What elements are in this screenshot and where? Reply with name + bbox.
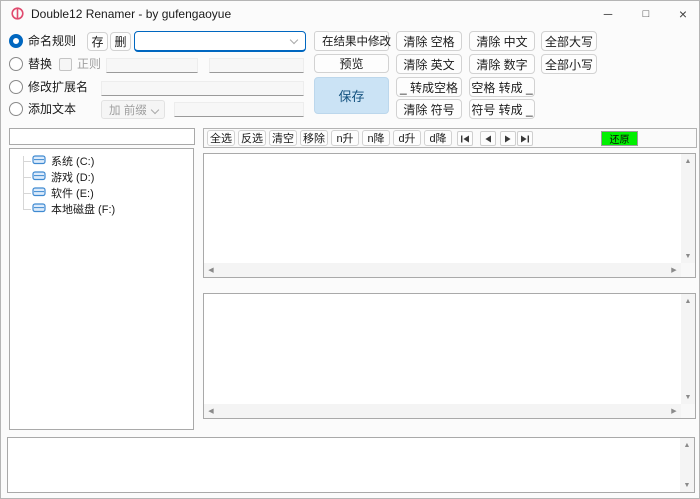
scrollbar-corner [681, 263, 695, 277]
delete-rule-button[interactable]: 删 [110, 32, 131, 51]
clear-digits-button[interactable]: 清除 数字 [469, 54, 535, 74]
replace-label: 替换 [28, 55, 52, 74]
tree-item-drive-e[interactable]: 软件 (E:) [10, 185, 193, 201]
radio-naming-rule[interactable] [9, 34, 23, 48]
add-text-label: 添加文本 [28, 100, 76, 119]
drive-tree-inner: 系统 (C:) 游戏 (D:) 软件 (E:) 本地磁盘 (F:) [10, 149, 193, 429]
file-list-preview[interactable]: ▲ ▼ ◀ ▶ [203, 293, 696, 419]
radio-add-text[interactable] [9, 102, 23, 116]
add-mode-dropdown[interactable]: 加 前缀 [101, 100, 165, 119]
result-modify-dropdown[interactable]: 在结果中修改 [314, 31, 389, 51]
replace-to-field[interactable] [209, 58, 304, 73]
window-title: Double12 Renamer - by gufengaoyue [31, 1, 231, 27]
scroll-down-icon[interactable]: ▼ [681, 249, 695, 263]
first-page-icon [460, 135, 470, 143]
vertical-scrollbar[interactable]: ▲ ▼ [680, 438, 694, 492]
path-box[interactable] [9, 128, 195, 145]
scroll-up-icon[interactable]: ▲ [681, 154, 695, 168]
add-mode-value: 加 前缀 [109, 102, 147, 118]
scroll-left-icon[interactable]: ◀ [204, 404, 218, 418]
clear-english-button[interactable]: 清除 英文 [396, 54, 462, 74]
save-button[interactable]: 保存 [314, 77, 389, 114]
minimize-button[interactable]: ─ [589, 1, 627, 27]
space-to-underscore-button[interactable]: 空格 转成 _ [469, 77, 535, 97]
naming-rule-label: 命名规则 [28, 32, 76, 51]
tree-item-drive-c[interactable]: 系统 (C:) [10, 153, 193, 169]
drive-icon [32, 154, 46, 168]
chevron-down-icon [151, 106, 159, 114]
clear-chinese-button[interactable]: 清除 中文 [469, 31, 535, 51]
lowercase-button[interactable]: 全部小写 [541, 54, 597, 74]
maximize-button[interactable]: □ [627, 1, 665, 27]
chevron-down-icon[interactable] [290, 36, 298, 44]
vertical-scrollbar[interactable]: ▲ ▼ [681, 294, 695, 404]
close-button[interactable]: × [664, 1, 700, 27]
tree-item-drive-f[interactable]: 本地磁盘 (F:) [10, 201, 193, 217]
app-window: Double12 Renamer - by gufengaoyue ─ □ × … [0, 0, 700, 499]
name-sort-desc-button[interactable]: n降 [362, 130, 390, 146]
app-logo-icon [11, 7, 24, 25]
tree-item-drive-d[interactable]: 游戏 (D:) [10, 169, 193, 185]
first-page-button[interactable] [457, 131, 473, 146]
drive-icon [32, 186, 46, 200]
scrollbar-corner [681, 404, 695, 418]
horizontal-scrollbar[interactable]: ◀ ▶ [204, 404, 681, 418]
tree-item-label: 系统 (C:) [51, 153, 94, 169]
rule-input[interactable] [140, 33, 285, 49]
next-page-button[interactable] [500, 131, 516, 146]
scroll-down-icon[interactable]: ▼ [680, 478, 694, 492]
last-page-button[interactable] [517, 131, 533, 146]
log-panel[interactable]: ▲ ▼ [7, 437, 695, 493]
drive-icon [32, 202, 46, 216]
add-text-field[interactable] [174, 102, 304, 117]
restore-button[interactable]: 还原 [601, 131, 638, 146]
rule-combobox[interactable] [134, 31, 306, 52]
underscore-to-space-button[interactable]: _ 转成空格 [396, 77, 462, 97]
scroll-up-icon[interactable]: ▲ [680, 438, 694, 452]
radio-replace[interactable] [9, 57, 23, 71]
drive-tree[interactable]: 系统 (C:) 游戏 (D:) 软件 (E:) 本地磁盘 (F:) [9, 148, 194, 430]
file-list-original[interactable]: ▲ ▼ ◀ ▶ [203, 153, 696, 278]
tree-item-label: 本地磁盘 (F:) [51, 201, 115, 217]
last-page-icon [520, 135, 530, 143]
uppercase-button[interactable]: 全部大写 [541, 31, 597, 51]
prev-page-button[interactable] [480, 131, 496, 146]
radio-change-extension[interactable] [9, 80, 23, 94]
drive-icon [32, 170, 46, 184]
scroll-left-icon[interactable]: ◀ [204, 263, 218, 277]
scroll-right-icon[interactable]: ▶ [667, 263, 681, 277]
tree-item-label: 软件 (E:) [51, 185, 94, 201]
regex-label: 正则 [77, 55, 101, 74]
date-sort-desc-button[interactable]: d降 [424, 130, 452, 146]
replace-from-field[interactable] [106, 58, 198, 73]
name-sort-asc-button[interactable]: n升 [331, 130, 359, 146]
symbol-to-underscore-button[interactable]: 符号 转成 _ [469, 99, 535, 119]
remove-button[interactable]: 移除 [300, 130, 328, 146]
horizontal-scrollbar[interactable]: ◀ ▶ [204, 263, 681, 277]
scroll-right-icon[interactable]: ▶ [667, 404, 681, 418]
invert-selection-button[interactable]: 反选 [238, 130, 266, 146]
scroll-up-icon[interactable]: ▲ [681, 294, 695, 308]
regex-checkbox[interactable] [59, 58, 72, 71]
scroll-down-icon[interactable]: ▼ [681, 390, 695, 404]
clear-space-button[interactable]: 清除 空格 [396, 31, 462, 51]
preview-button[interactable]: 预览 [314, 54, 389, 73]
clear-list-button[interactable]: 清空 [269, 130, 297, 146]
change-extension-label: 修改扩展名 [28, 78, 88, 97]
titlebar: Double12 Renamer - by gufengaoyue ─ □ × [1, 1, 700, 27]
date-sort-asc-button[interactable]: d升 [393, 130, 421, 146]
vertical-scrollbar[interactable]: ▲ ▼ [681, 154, 695, 263]
select-all-button[interactable]: 全选 [207, 130, 235, 146]
clear-symbols-button[interactable]: 清除 符号 [396, 99, 462, 119]
list-toolbar: 全选 反选 清空 移除 n升 n降 d升 d降 还原 [203, 128, 697, 148]
tree-item-label: 游戏 (D:) [51, 169, 94, 185]
extension-field[interactable] [101, 81, 304, 96]
store-rule-button[interactable]: 存 [87, 32, 108, 51]
prev-page-icon [484, 135, 492, 143]
next-page-icon [504, 135, 512, 143]
